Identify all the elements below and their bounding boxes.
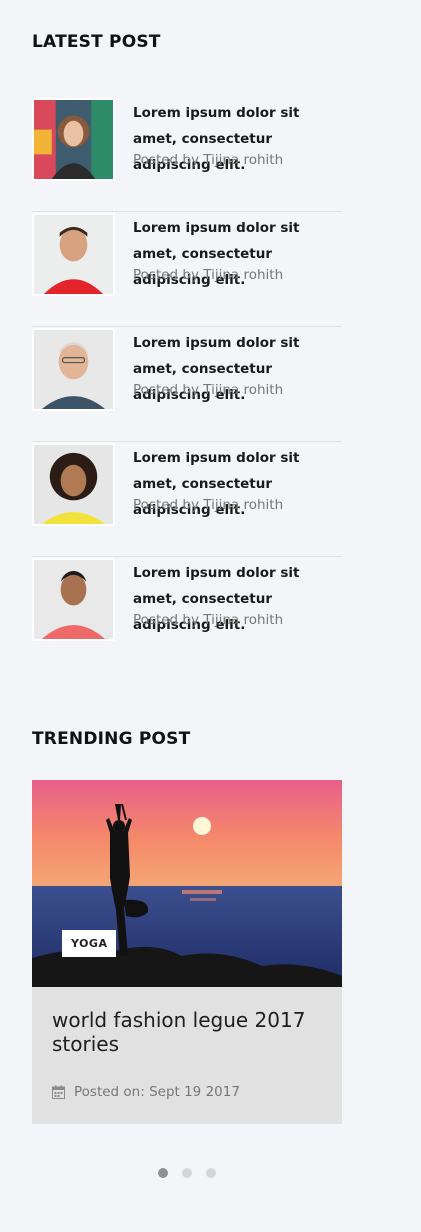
trending-post-title[interactable]: world fashion legue 2017 stories	[52, 1008, 322, 1056]
list-item[interactable]: Lorem ipsum dolor sit amet, consectetur …	[32, 327, 342, 442]
trending-post-heading: TRENDING POST	[32, 729, 191, 749]
trending-post-card[interactable]: YOGA world fashion legue 2017 stories Po…	[32, 780, 342, 1124]
carousel-dot-1[interactable]	[158, 1168, 168, 1178]
list-item[interactable]: Lorem ipsum dolor sit amet, consectetur …	[32, 212, 342, 327]
post-thumbnail[interactable]	[32, 443, 115, 526]
latest-post-heading: LATEST POST	[32, 32, 161, 52]
post-author: Posted by Tijina rohith	[133, 152, 284, 168]
post-thumbnail[interactable]	[32, 98, 115, 181]
trending-post-image[interactable]: YOGA	[32, 780, 342, 987]
latest-post-list: Lorem ipsum dolor sit amet, consectetur …	[32, 97, 342, 672]
post-date-text: Posted on: Sept 19 2017	[74, 1084, 240, 1100]
category-badge[interactable]: YOGA	[62, 930, 117, 957]
calendar-icon	[52, 1085, 65, 1099]
carousel-dot-2[interactable]	[182, 1168, 192, 1178]
post-thumbnail[interactable]	[32, 213, 115, 296]
post-author: Posted by Tijina rohith	[133, 612, 284, 628]
post-author: Posted by Tijina rohith	[133, 382, 284, 398]
carousel-dots	[158, 1168, 216, 1178]
post-thumbnail[interactable]	[32, 558, 115, 641]
list-item[interactable]: Lorem ipsum dolor sit amet, consectetur …	[32, 442, 342, 557]
post-author: Posted by Tijina rohith	[133, 267, 284, 283]
list-item[interactable]: Lorem ipsum dolor sit amet, consectetur …	[32, 97, 342, 212]
list-item[interactable]: Lorem ipsum dolor sit amet, consectetur …	[32, 557, 342, 672]
post-thumbnail[interactable]	[32, 328, 115, 411]
post-date: Posted on: Sept 19 2017	[52, 1084, 240, 1100]
post-author: Posted by Tijina rohith	[133, 497, 284, 513]
carousel-dot-3[interactable]	[206, 1168, 216, 1178]
